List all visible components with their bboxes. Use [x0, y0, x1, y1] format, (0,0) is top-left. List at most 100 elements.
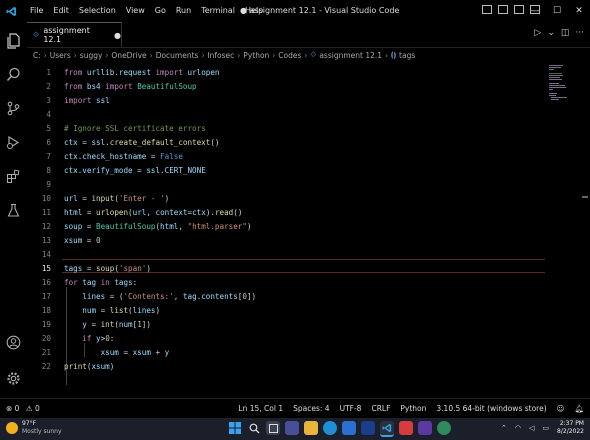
code-line[interactable]: 9	[27, 178, 547, 192]
code-line[interactable]: 15 tags = soup('span')	[27, 262, 547, 276]
breadcrumb-documents[interactable]: Documents	[156, 51, 199, 60]
file-explorer-icon[interactable]	[304, 421, 318, 435]
toggle-panel-icon[interactable]	[498, 5, 508, 14]
feedback-icon[interactable]: ☺	[557, 399, 565, 419]
indentation[interactable]: Spaces: 4	[293, 399, 329, 419]
code-line[interactable]: 20 if y>0:	[27, 332, 547, 346]
start-windows-icon[interactable]	[228, 421, 242, 435]
maximize-button[interactable]: ☐	[546, 0, 568, 22]
teams-icon[interactable]	[418, 421, 432, 435]
wifi-icon[interactable]: ◠	[515, 424, 521, 432]
manage-gear-icon[interactable]	[5, 370, 22, 387]
menu-selection[interactable]: Selection	[74, 0, 121, 22]
code-line[interactable]: 4	[27, 108, 547, 122]
chevron-right-icon: ›	[272, 50, 276, 60]
vscode-taskbar-icon[interactable]	[380, 421, 394, 437]
code-text: xsum = 0	[64, 236, 101, 245]
code-line[interactable]: 6 ctx = ssl.create_default_context()	[27, 136, 547, 150]
taskbar-search-icon[interactable]	[247, 421, 261, 435]
clock[interactable]: 2:37 PM 8/2/2022	[557, 420, 584, 436]
source-control-icon[interactable]	[5, 100, 22, 117]
breadcrumb-drive[interactable]: C:	[33, 51, 41, 60]
unsaved-indicator[interactable]: ●	[114, 31, 121, 40]
menu-terminal[interactable]: Terminal	[196, 0, 240, 22]
code-line[interactable]: 12 soup = BeautifulSoup(html, "html.parse…	[27, 220, 547, 234]
menu-view[interactable]: View	[121, 0, 150, 22]
window-title: ● assignment 12.1 - Visual Studio Code	[240, 6, 400, 15]
code-line[interactable]: 16 for tag in tags:	[27, 276, 547, 290]
run-python-file-icon[interactable]: ▷	[534, 28, 541, 38]
menu-edit[interactable]: Edit	[48, 0, 74, 22]
minimap[interactable]	[548, 63, 578, 103]
tab-assignment-12-1[interactable]: ⟐ assignment 12.1 ●	[27, 22, 122, 47]
problems-summary[interactable]: ⊗ 0 ⚠ 0	[6, 399, 40, 419]
chrome-browser-icon[interactable]	[437, 421, 451, 435]
volume-icon[interactable]: ◁	[529, 424, 534, 432]
code-line[interactable]: 3 import ssl	[27, 94, 547, 108]
battery-icon[interactable]: ▭	[542, 424, 549, 432]
code-text: ctx.check_hostname = False	[64, 152, 183, 161]
code-line[interactable]: 5 # Ignore SSL certificate errors	[27, 122, 547, 136]
menu-go[interactable]: Go	[150, 0, 171, 22]
code-line[interactable]: 14	[27, 248, 547, 262]
line-number: 15	[41, 264, 51, 273]
toggle-secondary-sidebar-icon[interactable]	[514, 5, 524, 14]
explorer-icon[interactable]	[5, 32, 22, 49]
code-text: if y>0:	[82, 334, 115, 343]
close-button[interactable]: ✕	[568, 0, 590, 22]
breadcrumb-infosec[interactable]: Infosec	[207, 51, 234, 60]
more-actions-icon[interactable]: ···	[575, 28, 584, 38]
minimize-button[interactable]: —	[524, 0, 546, 22]
code-line[interactable]: 2 from bs4 import BeautifulSoup	[27, 80, 547, 94]
extensions-icon[interactable]	[5, 168, 22, 185]
breadcrumb-onedrive[interactable]: OneDrive	[111, 51, 146, 60]
encoding[interactable]: UTF-8	[340, 399, 362, 419]
breadcrumb-file[interactable]: assignment 12.1	[319, 51, 382, 60]
line-number: 22	[41, 362, 51, 371]
code-text: xsum = xsum + y	[100, 348, 170, 357]
cursor-position[interactable]: Ln 15, Col 1	[238, 399, 283, 419]
chevron-right-icon: ›	[237, 50, 241, 60]
breadcrumb-codes[interactable]: Codes	[278, 51, 301, 60]
code-line[interactable]: 10 url = input('Enter - ')	[27, 192, 547, 206]
code-line[interactable]: 18 num = list(lines)	[27, 304, 547, 318]
code-line[interactable]: 17 lines = ('Contents:', tag.contents[0]…	[27, 290, 547, 304]
code-editor[interactable]: 1 from urllib.request import urlopen 2 from…	[27, 63, 547, 393]
end-of-line[interactable]: CRLF	[371, 399, 390, 419]
vertical-scrollbar[interactable]	[582, 63, 588, 393]
code-line[interactable]: 21 xsum = xsum + y	[27, 346, 547, 360]
testing-icon[interactable]	[5, 202, 22, 219]
account-icon[interactable]	[5, 334, 22, 351]
weather-widget[interactable]: 97°F Mostly sunny	[6, 420, 62, 436]
store-icon[interactable]	[342, 421, 356, 435]
code-line[interactable]: 19 y = int(num[1])	[27, 318, 547, 332]
tray-overflow-chevron-icon[interactable]: ⌃	[501, 424, 507, 432]
notifications-bell-icon[interactable]: 🔔︎	[574, 399, 584, 419]
menu-run[interactable]: Run	[171, 0, 196, 22]
code-line[interactable]: 7 ctx.check_hostname = False	[27, 150, 547, 164]
run-debug-icon[interactable]	[5, 134, 22, 151]
breadcrumb-suggy[interactable]: suggy	[80, 51, 103, 60]
language-mode[interactable]: Python	[400, 399, 426, 419]
task-view-icon[interactable]	[266, 421, 280, 435]
media-app-icon[interactable]	[399, 421, 413, 435]
code-line[interactable]: 22 print(xsum)	[27, 360, 547, 374]
split-editor-icon[interactable]: ◫	[561, 28, 570, 38]
toggle-sidebar-icon[interactable]	[482, 5, 492, 14]
sun-icon	[6, 422, 18, 434]
breadcrumb-python[interactable]: Python	[243, 51, 269, 60]
taskbar-apps	[228, 421, 451, 437]
dropbox-icon[interactable]	[361, 421, 375, 435]
breadcrumb-users[interactable]: Users	[50, 51, 71, 60]
python-interpreter[interactable]: 3.10.5 64-bit (windows store)	[436, 399, 546, 419]
breadcrumb-symbol[interactable]: tags	[399, 51, 415, 60]
menu-file[interactable]: File	[25, 0, 48, 22]
run-menu-chevron-icon[interactable]: ⌄	[547, 28, 555, 38]
code-line[interactable]: 13 xsum = 0	[27, 234, 547, 248]
search-icon[interactable]	[5, 66, 22, 83]
code-line[interactable]: 8 ctx.verify_mode = ssl.CERT_NONE	[27, 164, 547, 178]
edge-browser-icon[interactable]	[323, 421, 337, 435]
teams-chat-icon[interactable]	[285, 421, 299, 435]
code-line[interactable]: 11 html = urlopen(url, context=ctx).read(…	[27, 206, 547, 220]
code-line[interactable]: 1 from urllib.request import urlopen	[27, 66, 547, 80]
